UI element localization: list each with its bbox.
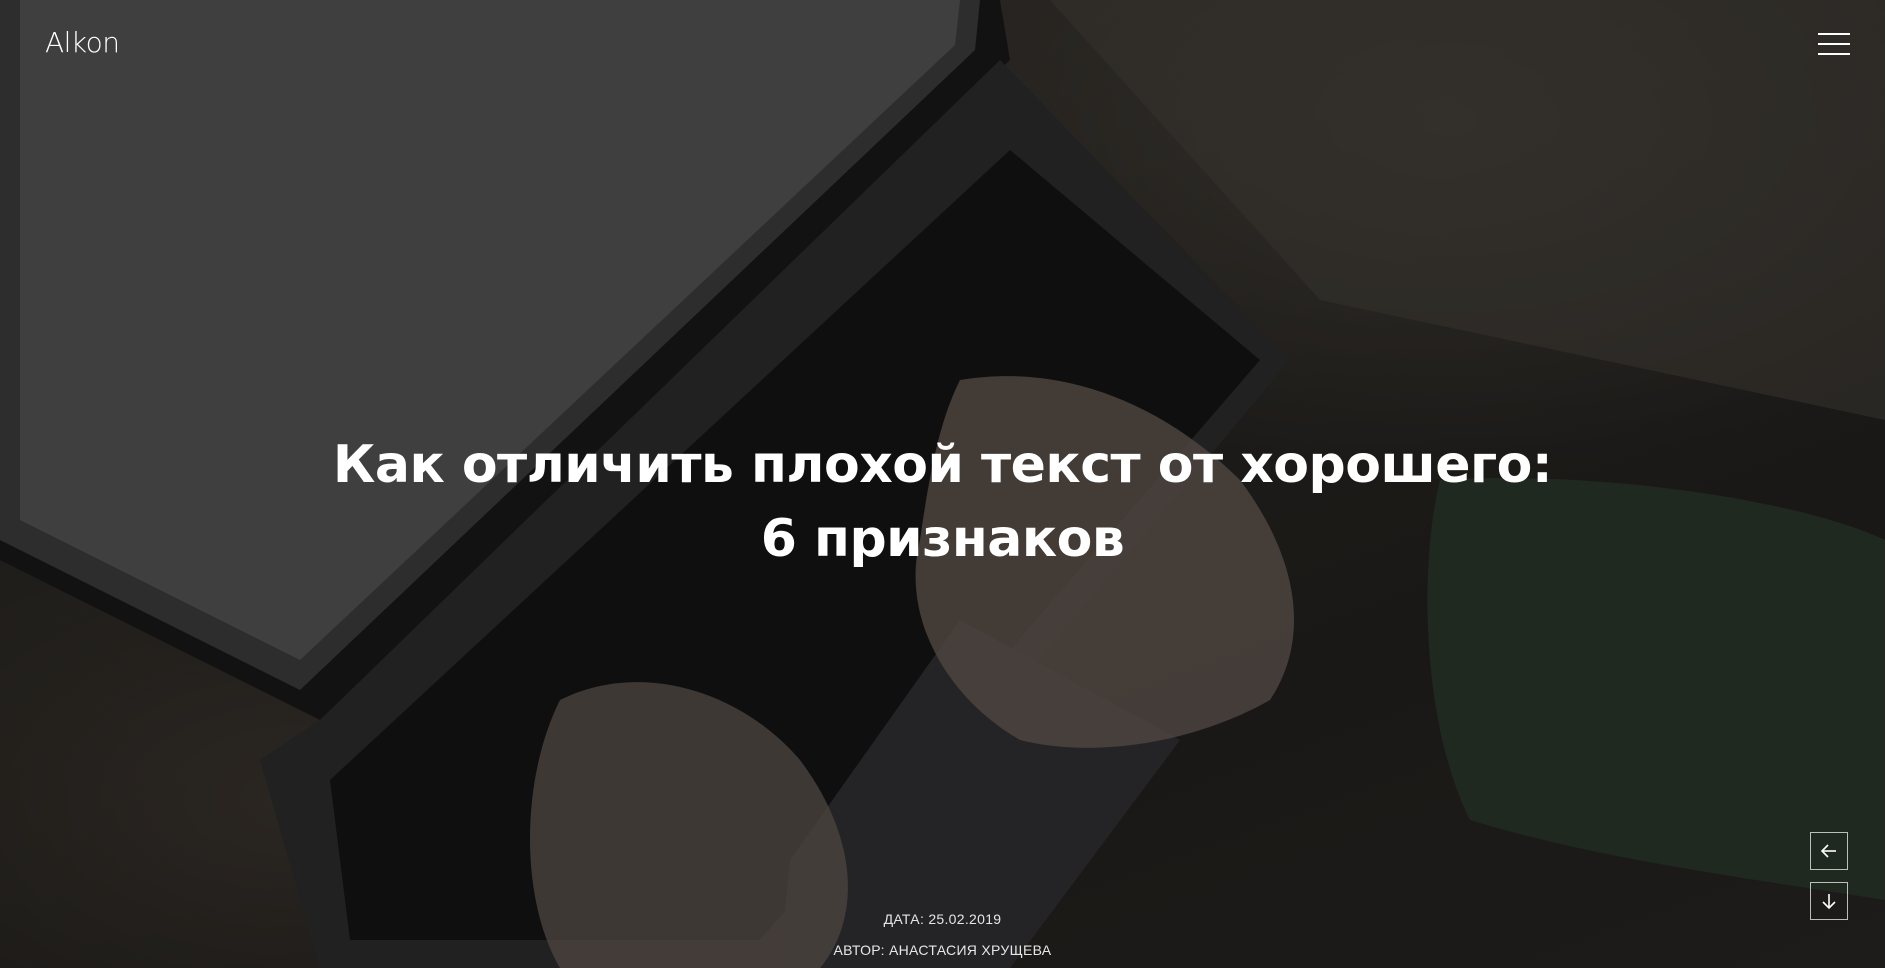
article-author: АВТОР: АНАСТАСИЯ ХРУЩЕВА [833,942,1052,958]
menu-line [1818,43,1850,45]
menu-line [1818,33,1850,35]
prev-article-button[interactable] [1810,832,1848,870]
article-title: Как отличить плохой текст от хорошего: 6… [300,428,1585,576]
logo[interactable]: Alkon [45,26,120,59]
arrow-left-icon [1820,844,1836,858]
article-title-line1: Как отличить плохой текст от хорошего: [332,435,1553,495]
scroll-down-button[interactable] [1810,882,1848,920]
arrow-down-icon [1822,894,1836,910]
article-title-line2: 6 признаков [760,509,1125,569]
article-date: ДАТА: 25.02.2019 [883,911,1002,927]
hamburger-menu-icon[interactable] [1818,33,1850,57]
hero-section: Alkon Как отличить плохой текст от хорош… [0,0,1885,968]
menu-line [1818,53,1850,55]
